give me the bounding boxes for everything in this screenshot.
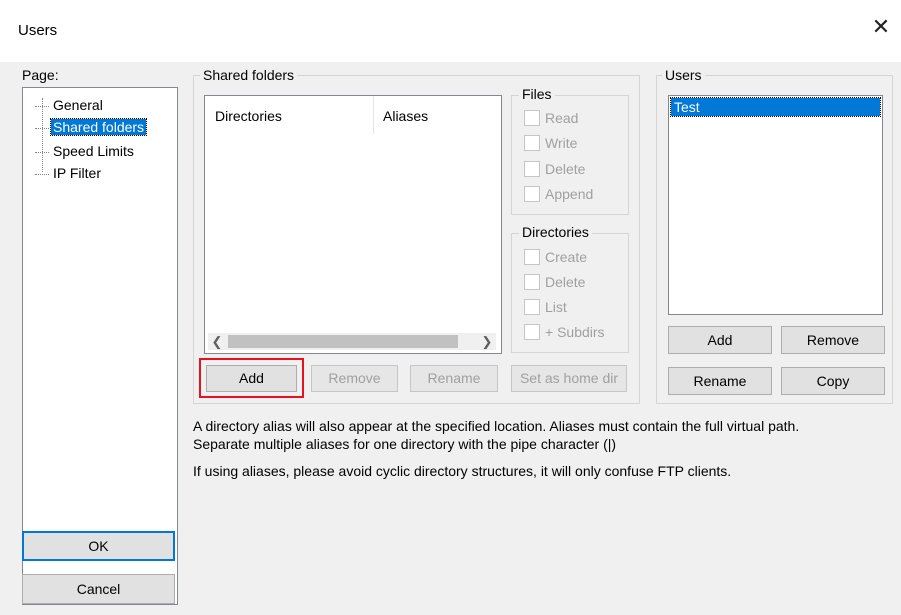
ok-button[interactable]: OK [22, 531, 175, 561]
checkbox-delete-dirs[interactable]: Delete [524, 272, 585, 292]
alias-info-text: A directory alias will also appear at th… [193, 418, 800, 452]
scroll-right-icon[interactable]: ❯ [478, 333, 496, 350]
checkbox-box [524, 161, 540, 178]
checkbox-box [524, 249, 540, 266]
cyclic-warning-text: If using aliases, please avoid cyclic di… [193, 463, 732, 479]
users-title: Users [662, 67, 705, 83]
copy-user-button[interactable]: Copy [781, 367, 885, 395]
close-icon[interactable]: ✕ [868, 14, 894, 40]
tree-item-speed-limits[interactable]: Speed Limits [35, 142, 136, 160]
remove-user-button[interactable]: Remove [781, 326, 885, 354]
checkbox-create[interactable]: Create [524, 247, 587, 267]
column-header-directories[interactable]: Directories [215, 108, 282, 124]
checkbox-write[interactable]: Write [524, 133, 577, 153]
add-user-button[interactable]: Add [668, 326, 772, 354]
checkbox-box [524, 186, 540, 203]
checkbox-box [524, 324, 540, 341]
directories-list[interactable]: Directories Aliases ❮ ❯ [204, 95, 502, 354]
checkbox-box [524, 274, 540, 291]
scroll-left-icon[interactable]: ❮ [208, 333, 226, 350]
directories-group: Create Delete List + Subdirs [511, 233, 629, 353]
shared-folders-title: Shared folders [200, 67, 298, 83]
column-divider [373, 96, 374, 134]
window-title: Users [18, 22, 58, 39]
checkbox-delete-files[interactable]: Delete [524, 159, 585, 179]
remove-folder-button[interactable]: Remove [311, 365, 398, 392]
files-group-title: Files [519, 86, 555, 102]
checkbox-append[interactable]: Append [524, 184, 593, 204]
set-home-dir-button[interactable]: Set as home dir [511, 365, 627, 392]
page-tree[interactable]: General Shared folders Speed Limits IP F… [22, 87, 178, 605]
scroll-thumb[interactable] [228, 335, 458, 348]
checkbox-box [524, 135, 540, 152]
title-bar [0, 0, 901, 62]
add-folder-button[interactable]: Add [206, 365, 297, 392]
column-header-aliases[interactable]: Aliases [383, 108, 428, 124]
checkbox-box [524, 299, 540, 316]
user-item-test[interactable]: Test [670, 97, 881, 117]
page-label: Page: [22, 67, 59, 83]
tree-item-ip-filter[interactable]: IP Filter [35, 164, 103, 182]
checkbox-read[interactable]: Read [524, 108, 578, 128]
cancel-button[interactable]: Cancel [22, 574, 175, 604]
checkbox-subdirs[interactable]: + Subdirs [524, 322, 605, 342]
files-group: Read Write Delete Append [511, 95, 629, 215]
directories-group-title: Directories [519, 224, 592, 240]
rename-user-button[interactable]: Rename [668, 367, 772, 395]
checkbox-list[interactable]: List [524, 297, 567, 317]
rename-folder-button[interactable]: Rename [410, 365, 498, 392]
tree-item-shared-folders[interactable]: Shared folders [35, 118, 148, 136]
checkbox-box [524, 110, 540, 127]
users-list[interactable]: Test [668, 95, 883, 315]
tree-item-general[interactable]: General [35, 96, 105, 114]
horizontal-scrollbar[interactable]: ❮ ❯ [208, 333, 496, 350]
